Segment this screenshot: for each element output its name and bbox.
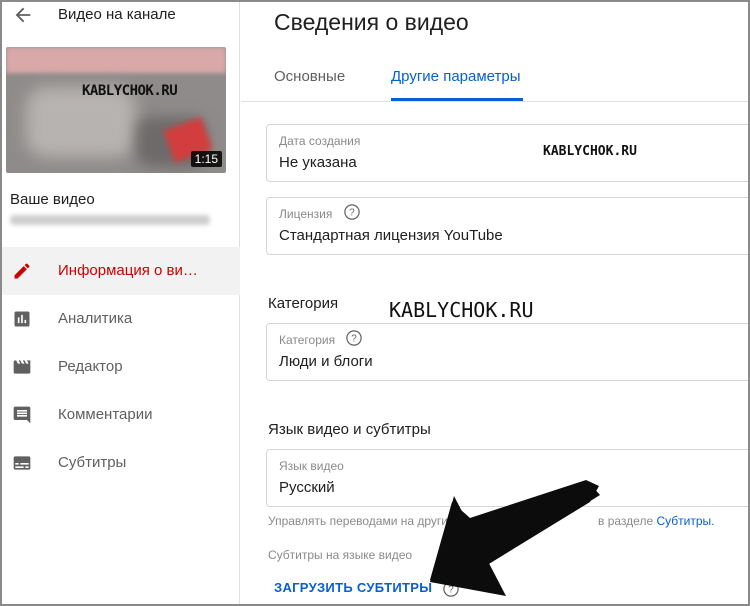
sidebar-item-details[interactable]: Информация о ви… [2,247,240,295]
video-thumbnail[interactable]: KABLYCHOK.RU 1:15 [6,47,226,173]
help-icon[interactable]: ? [442,580,460,598]
sidebar-item-label: Редактор [58,358,123,375]
thumbnail-blur [6,47,226,73]
category-label: Категория [279,333,336,347]
video-language-label: Язык видео [279,459,344,473]
license-label: Лицензия [279,207,333,221]
help-icon[interactable]: ? [345,329,363,347]
back-row: Видео на канале [2,2,240,32]
comment-icon [13,406,31,424]
main-panel: Сведения о видео Основные Другие парамет… [241,2,748,604]
thumbnail-watermark: KABLYCHOK.RU [82,83,178,99]
svg-text:?: ? [349,207,355,218]
recording-date-value: Не указана [279,154,357,171]
recording-date-label: Дата создания [279,134,361,148]
recording-date-field[interactable]: Дата создания Не указана [266,124,748,182]
upload-subtitles-button[interactable]: ЗАГРУЗИТЬ СУБТИТРЫ [274,580,432,595]
watermark-text: KABLYCHOK.RU [389,298,534,322]
page-title: Сведения о видео [274,9,469,35]
your-video-label: Ваше видео [10,191,95,208]
sidebar-item-editor[interactable]: Редактор [2,343,240,391]
tab-bar: Основные Другие параметры [241,58,748,102]
subtitles-language-label: Субтитры на языке видео [268,548,413,562]
subtitles-link[interactable]: Субтитры. [656,514,714,528]
svg-text:?: ? [448,584,454,595]
watermark-text: KABLYCHOK.RU [543,144,637,159]
help-icon[interactable]: ? [343,203,361,221]
sidebar-item-analytics[interactable]: Аналитика [2,295,240,343]
sidebar-item-label: Аналитика [58,310,133,327]
back-title: Видео на канале [58,6,176,23]
sidebar-item-label: Субтитры [58,454,127,471]
sidebar-item-subtitles[interactable]: Субтитры [2,439,240,487]
category-value: Люди и блоги [279,353,373,370]
manage-text-before: Управлять переводами на други [268,514,448,528]
sidebar-item-comments[interactable]: Комментарии [2,391,240,439]
manage-text-after: в разделе [598,514,654,528]
subtitles-icon [13,456,31,470]
video-duration: 1:15 [190,151,222,167]
analytics-icon [14,311,30,327]
license-value: Стандартная лицензия YouTube [279,227,503,244]
video-language-field[interactable]: Язык видео Русский [266,449,748,507]
video-language-value: Русский [279,479,335,496]
clapperboard-icon [13,360,31,374]
back-arrow-icon[interactable] [12,4,34,26]
pencil-icon [14,263,30,279]
active-tab-indicator [391,98,523,101]
channel-name-blurred [10,215,210,225]
category-section-title: Категория [268,295,339,312]
sidebar-item-label: Комментарии [58,406,153,423]
sidebar-item-label: Информация о ви… [58,262,198,279]
window-frame: Видео на канале KABLYCHOK.RU 1:15 Ваше в… [0,0,750,606]
manage-translations-text: Управлять переводами на други в разделе С… [268,514,714,528]
category-field[interactable]: Категория ? Люди и блоги [266,323,748,381]
svg-text:?: ? [351,333,357,344]
license-field[interactable]: Лицензия ? Стандартная лицензия YouTube [266,197,748,255]
sidebar: Видео на канале KABLYCHOK.RU 1:15 Ваше в… [2,2,240,604]
tab-more-options[interactable]: Другие параметры [391,68,521,85]
tab-basic[interactable]: Основные [274,68,345,85]
sidebar-nav: Информация о ви… Аналитика Редактор Комм… [2,247,240,487]
language-section-title: Язык видео и субтитры [268,421,431,438]
